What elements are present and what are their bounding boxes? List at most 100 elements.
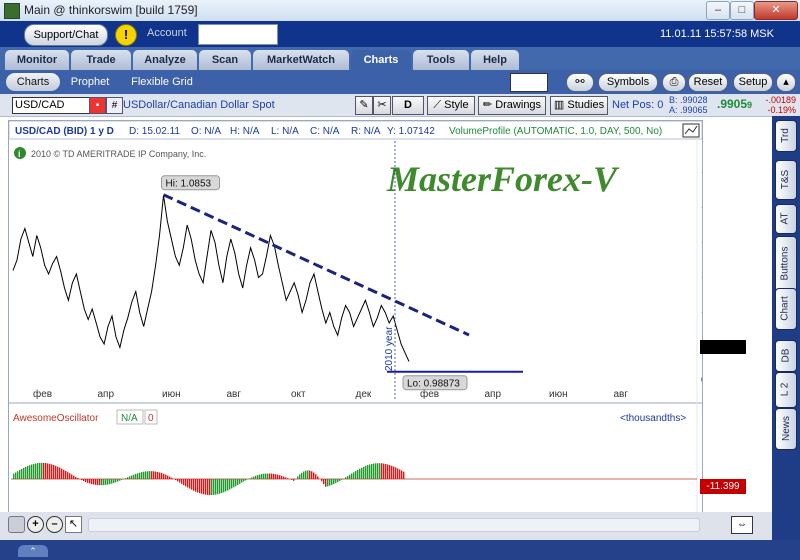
sidebar-tab-news[interactable]: News: [775, 408, 797, 450]
chart-frame[interactable]: USD/CAD (BID) 1 y D D: 15.02.11 O: N/A H…: [8, 120, 721, 534]
symbol-input[interactable]: USD/CAD: [12, 97, 90, 114]
subtab-charts[interactable]: Charts: [6, 73, 60, 91]
oscillator-bar-76: [165, 474, 167, 479]
subtab-prophet[interactable]: Prophet: [66, 73, 114, 91]
expand-horizontal-icon[interactable]: ⇔: [731, 516, 753, 534]
minimize-button[interactable]: –: [706, 1, 730, 20]
aggregation-button[interactable]: D: [392, 96, 424, 115]
oscillator-bar-11: [35, 463, 37, 479]
style-button[interactable]: ⟋ Style: [427, 96, 475, 115]
hi-label: Hi: 1.0853: [166, 179, 212, 190]
chart-canvas[interactable]: USD/CAD (BID) 1 y D D: 15.02.11 O: N/A H…: [8, 120, 721, 533]
oscillator-bar-89: [191, 479, 193, 490]
style-label: Style: [444, 99, 469, 111]
oscillator-bar-88: [189, 479, 191, 489]
oscillator-bar-177: [367, 465, 369, 479]
setup-button[interactable]: Setup: [733, 73, 773, 92]
tab-charts[interactable]: Charts: [351, 50, 411, 70]
cursor-icon[interactable]: ↖: [65, 516, 82, 533]
collapse-icon[interactable]: ▴: [776, 73, 796, 92]
subtab-flexible-grid[interactable]: Flexible Grid: [124, 73, 200, 91]
expand-panel-icon[interactable]: ⌃: [18, 545, 48, 557]
sidebar-tab-trd[interactable]: Trd: [775, 120, 797, 152]
top-strip: Support/Chat ! Account 11.01.11 15:57:58…: [0, 21, 800, 47]
oscillator-bar-113: [239, 479, 241, 484]
style-icon: ⟋: [433, 99, 442, 111]
oscillator-bar-195: [403, 471, 405, 479]
tab-help[interactable]: Help: [471, 50, 519, 70]
horizontal-scrollbar[interactable]: [88, 518, 700, 532]
symbols-button[interactable]: Symbols: [598, 73, 658, 92]
tab-monitor[interactable]: Monitor: [5, 50, 69, 70]
close-button[interactable]: ✕: [754, 1, 798, 20]
crosshair-icon[interactable]: ✂: [373, 96, 391, 115]
oscillator-bar-74: [161, 473, 163, 479]
studies-button[interactable]: ▥ Studies: [550, 96, 608, 115]
alert-icon[interactable]: !: [115, 24, 137, 46]
oscillator-bar-7: [27, 466, 29, 479]
oscillator-bar-16: [45, 463, 47, 479]
oscillator-bar-38: [89, 479, 91, 484]
watermark-text: MasterForex-V: [386, 159, 620, 199]
hash-icon[interactable]: #: [106, 97, 123, 114]
oscillator-bar-71: [155, 471, 157, 479]
oscillator-bar-50: [113, 479, 115, 483]
tab-analyze[interactable]: Analyze: [133, 50, 197, 70]
tab-trade[interactable]: Trade: [71, 50, 131, 70]
oscillator-bar-73: [159, 472, 161, 479]
chart-toolbar: USD/CAD ▪ # USDollar/Canadian Dollar Spo…: [0, 94, 800, 117]
oscillator-bar-133: [279, 475, 281, 479]
oscillator-bar-79: [171, 477, 173, 479]
oscillator-bar-49: [111, 479, 113, 484]
sidebar-tab-db[interactable]: DB: [775, 340, 797, 372]
tab-scan[interactable]: Scan: [199, 50, 251, 70]
sidebar-tab-buttons[interactable]: Buttons: [775, 236, 797, 292]
oscillator-bar-116: [245, 479, 247, 481]
oscillator-bar-59: [131, 475, 133, 479]
account-field[interactable]: [198, 24, 278, 45]
link-icon[interactable]: ⚯: [566, 73, 594, 92]
print-icon[interactable]: ⎙: [662, 73, 686, 92]
maximize-button[interactable]: □: [730, 1, 754, 20]
price-axis-tick-4: 1.02: [701, 305, 702, 316]
oscillator-bar-193: [399, 469, 401, 479]
oscillator-bar-189: [391, 465, 393, 479]
oscillator-bar-144: [301, 472, 303, 479]
tab-tools[interactable]: Tools: [413, 50, 469, 70]
oscillator-bar-161: [335, 479, 337, 484]
oscillator-bar-35: [83, 479, 85, 482]
studies-icon: ▥: [553, 99, 565, 111]
oscillator-bar-130: [273, 473, 275, 479]
grid-layout-field[interactable]: [510, 73, 548, 92]
oscillator-bar-94: [201, 479, 203, 494]
drawings-button[interactable]: ✏ Drawings: [478, 96, 546, 115]
oscillator-bar-45: [103, 479, 105, 486]
oscillator-zero: 0: [148, 413, 154, 424]
oscillator-bar-56: [125, 478, 127, 479]
pan-icon[interactable]: [8, 516, 25, 533]
oscillator-units: <thousandths>: [620, 413, 686, 424]
reset-button[interactable]: Reset: [688, 73, 728, 92]
symbol-description[interactable]: USDollar/Canadian Dollar Spot: [123, 99, 275, 111]
oscillator-bar-87: [187, 479, 189, 488]
oscillator-bar-54: [121, 479, 123, 480]
zoom-out-icon[interactable]: –: [46, 516, 63, 533]
color-link-icon[interactable]: ▪: [89, 97, 106, 114]
oscillator-bar-182: [377, 463, 379, 479]
support-chat-button[interactable]: Support/Chat: [24, 24, 108, 46]
tab-marketwatch[interactable]: MarketWatch: [253, 50, 349, 70]
oscillator-bar-147: [307, 470, 309, 479]
sidebar-tab-ts[interactable]: T&S: [775, 160, 797, 200]
oscillator-bar-115: [243, 479, 245, 482]
oscillator-bar-185: [383, 463, 385, 479]
app-icon: [4, 3, 20, 19]
oscillator-bar-171: [355, 471, 357, 479]
sidebar-tab-l2[interactable]: L 2: [775, 372, 797, 408]
oscillator-bar-134: [281, 475, 283, 479]
tools-icon[interactable]: ✎: [355, 96, 373, 115]
oscillator-bar-154: [321, 479, 323, 482]
oscillator-bar-77: [167, 475, 169, 479]
zoom-in-icon[interactable]: +: [27, 516, 44, 533]
sidebar-tab-at[interactable]: AT: [775, 204, 797, 234]
sidebar-tab-chart[interactable]: Chart: [775, 288, 797, 330]
